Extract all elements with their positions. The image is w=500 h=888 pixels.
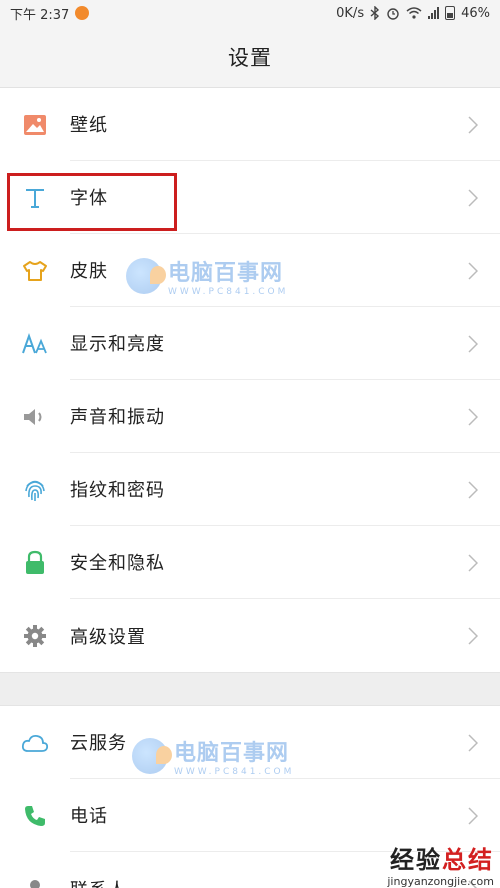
settings-item-label: 指纹和密码 <box>70 453 500 526</box>
corner-watermark-b: 总结 <box>442 846 494 874</box>
settings-item-advanced[interactable]: 高级设置 <box>0 599 500 672</box>
bluetooth-icon <box>370 6 380 20</box>
skin-icon <box>23 260 47 281</box>
settings-item-label: 云服务 <box>70 706 500 779</box>
settings-item-security[interactable]: 安全和隐私 <box>0 526 500 599</box>
sound-icon <box>24 408 42 425</box>
settings-item-skin[interactable]: 皮肤 <box>0 234 500 307</box>
chevron-right-icon <box>468 188 478 207</box>
settings-item-label: 显示和亮度 <box>70 307 500 380</box>
corner-watermark-a: 经验 <box>390 846 442 874</box>
chevron-right-icon <box>468 806 478 825</box>
settings-item-label: 声音和振动 <box>70 380 500 453</box>
cloud-icon <box>21 734 49 752</box>
wallpaper-icon <box>24 114 46 135</box>
settings-item-label: 安全和隐私 <box>70 526 500 599</box>
chevron-right-icon <box>468 553 478 572</box>
settings-item-label: 壁纸 <box>70 88 500 161</box>
settings-item-cloud[interactable]: 云服务 <box>0 706 500 779</box>
contacts-icon <box>30 879 40 888</box>
gear-icon <box>24 624 46 647</box>
settings-item-wallpaper[interactable]: 壁纸 <box>0 88 500 161</box>
chevron-right-icon <box>468 626 478 645</box>
page-title: 设置 <box>228 45 272 70</box>
phone-icon <box>25 805 45 826</box>
notification-app-icon <box>75 6 90 20</box>
chevron-right-icon <box>468 733 478 752</box>
settings-item-sound[interactable]: 声音和振动 <box>0 380 500 453</box>
settings-item-fingerprint[interactable]: 指纹和密码 <box>0 453 500 526</box>
chevron-right-icon <box>468 261 478 280</box>
chevron-right-icon <box>468 480 478 499</box>
wifi-icon <box>406 7 422 19</box>
settings-item-label: 皮肤 <box>70 234 500 307</box>
settings-item-display[interactable]: 显示和亮度 <box>0 307 500 380</box>
title-bar: 设置 <box>0 26 500 88</box>
corner-watermark-url: jingyanzongjie.com <box>387 875 494 888</box>
net-speed: 0K/s <box>336 5 365 21</box>
highlight-box <box>7 173 177 231</box>
settings-item-label: 高级设置 <box>70 626 146 648</box>
chevron-right-icon <box>468 334 478 353</box>
lock-icon <box>26 550 44 574</box>
signal-icon <box>428 7 440 19</box>
battery-icon <box>445 6 456 20</box>
status-bar: 下午 2:37 0K/s 46% <box>0 0 500 26</box>
chevron-right-icon <box>468 407 478 426</box>
section-divider <box>0 672 500 706</box>
battery-level: 46% <box>461 5 490 21</box>
display-icon <box>22 332 47 353</box>
corner-watermark: 经验总结 jingyanzongjie.com <box>387 840 494 888</box>
alarm-icon <box>387 8 399 20</box>
status-time: 下午 2:37 <box>10 7 70 23</box>
fingerprint-icon <box>25 480 45 501</box>
chevron-right-icon <box>468 115 478 134</box>
